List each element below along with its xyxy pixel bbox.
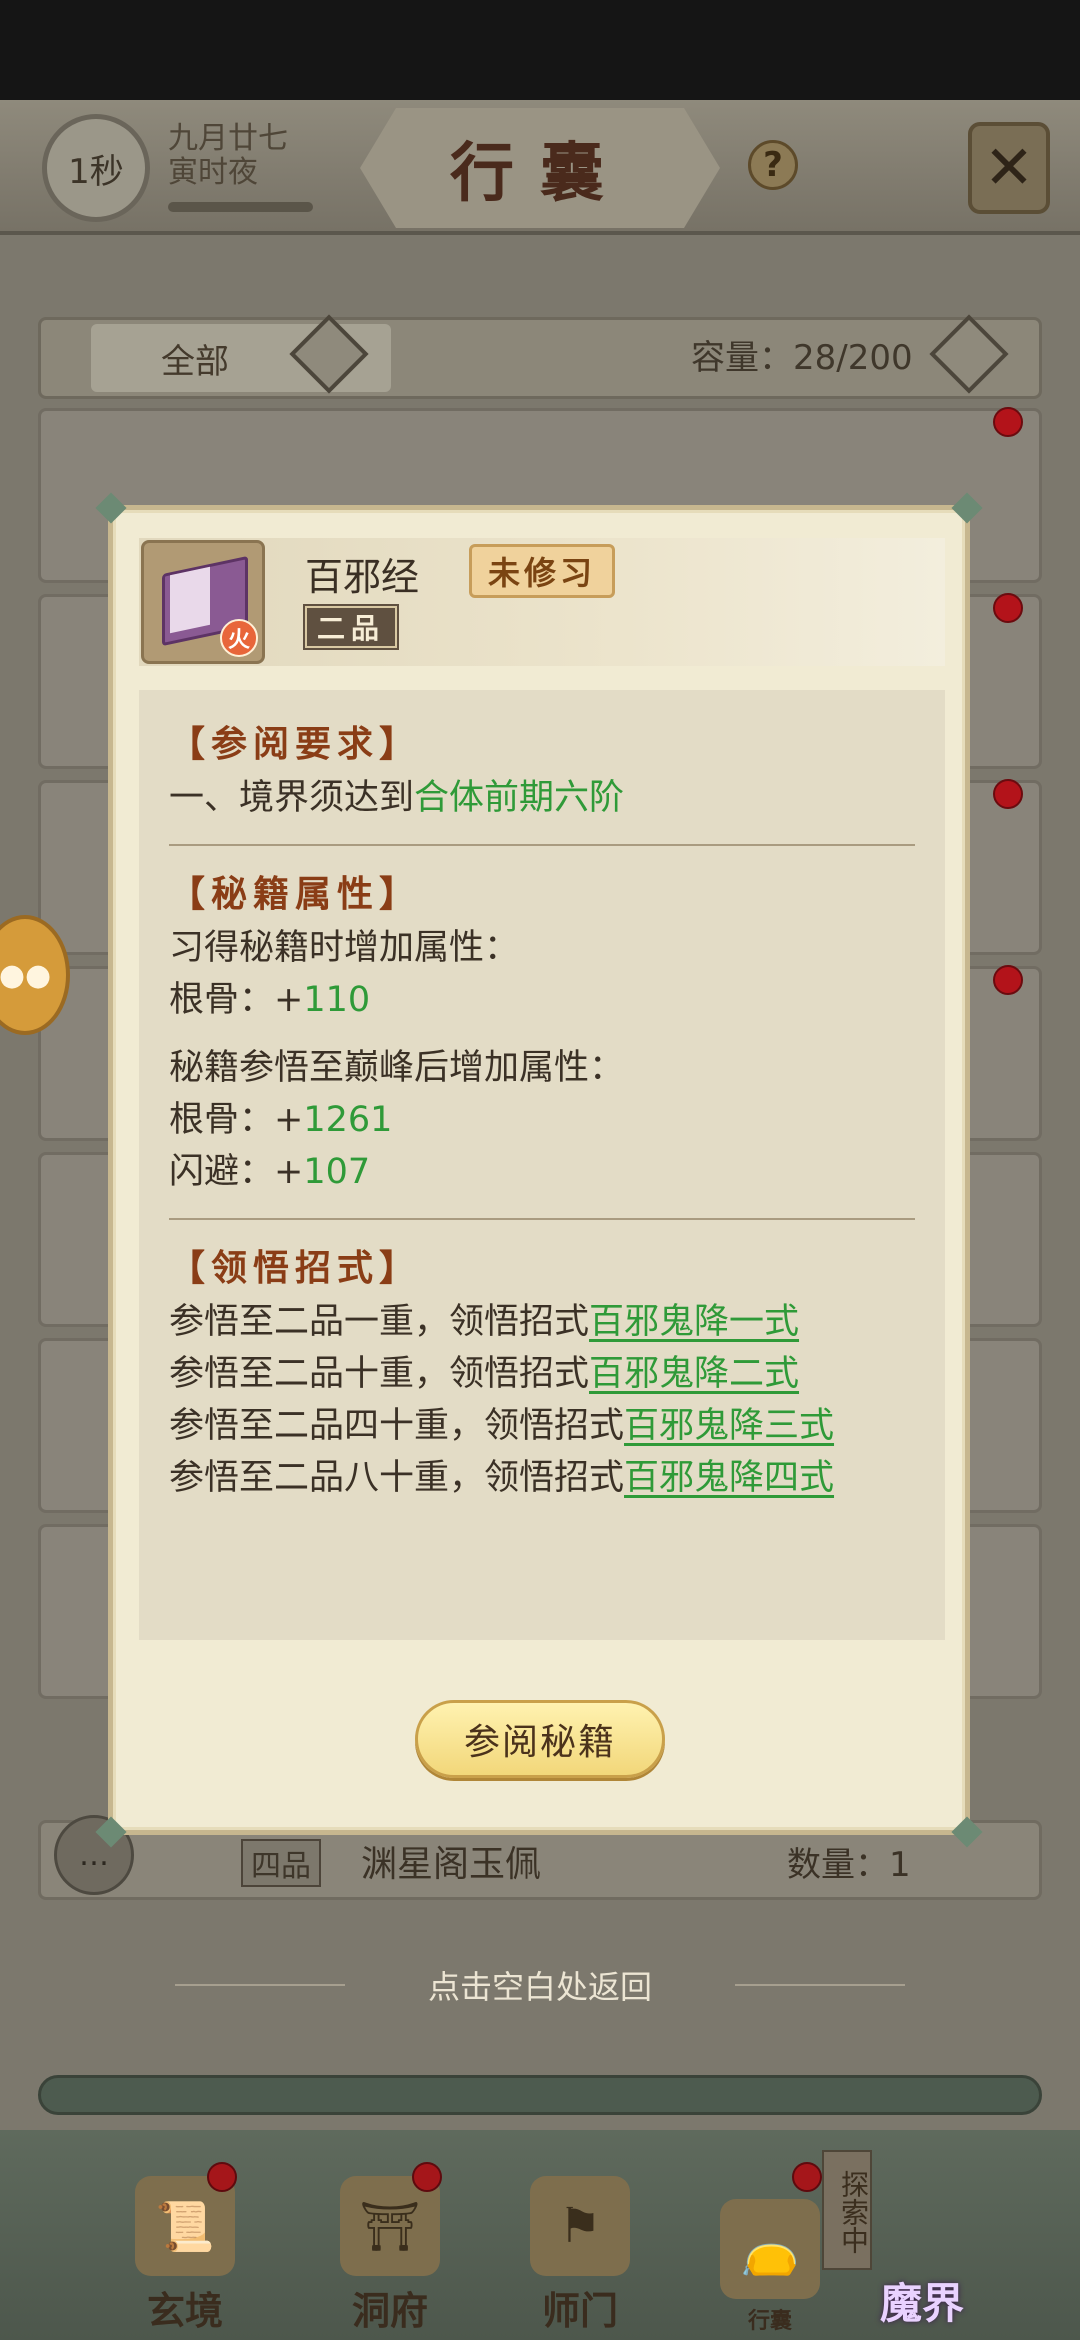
- stat-value: 107: [303, 1152, 371, 1192]
- nav-label: 玄境: [146, 2288, 223, 2333]
- date-line-1: 九月廿七: [168, 121, 288, 156]
- skill-condition: 参悟至二品十重，领悟招式: [169, 1354, 590, 1394]
- skill-line: 参悟至二品八十重，领悟招式百邪鬼降四式: [169, 1452, 889, 1504]
- stat-value: 110: [303, 980, 371, 1020]
- skill-line: 参悟至二品一重，领悟招式百邪鬼降一式: [169, 1296, 889, 1348]
- book-page: [170, 566, 210, 634]
- item-header: 火 百邪经 未修习 二品: [139, 538, 945, 666]
- timer-badge: 1秒: [42, 114, 150, 222]
- explore-status-tag[interactable]: 探索中: [822, 2150, 872, 2270]
- notification-dot-icon: [207, 2162, 237, 2192]
- requirement-line: 一、境界须达到合体前期六阶: [169, 772, 915, 824]
- skill-title: 【领悟招式】: [169, 1247, 422, 1289]
- help-icon[interactable]: ?: [748, 140, 798, 190]
- filter-bar: 全部 容量：28/200: [38, 314, 1042, 399]
- nav-label: 师门: [541, 2288, 618, 2333]
- stat-label: 闪避：+: [169, 1152, 304, 1192]
- notification-dot-icon: [993, 965, 1023, 995]
- section-divider: [169, 1218, 915, 1220]
- skill-link[interactable]: 百邪鬼降三式: [624, 1406, 834, 1446]
- grade-tag: 二品: [305, 606, 398, 648]
- requirement-prefix: 一、境界须达到: [169, 778, 415, 818]
- game-date: 九月廿七 寅时夜: [168, 122, 288, 190]
- page-title: 行囊: [360, 108, 720, 228]
- requirement-realm: 合体前期六阶: [414, 778, 625, 818]
- nav-item-xingnang[interactable]: 👝 行囊: [700, 2162, 840, 2335]
- peak-attr-label: 秘籍参悟至巅峰后增加属性：: [169, 1048, 625, 1088]
- skill-link[interactable]: 百邪鬼降四式: [624, 1458, 834, 1498]
- status-bar: [0, 0, 1080, 100]
- stat-value: 1261: [303, 1100, 393, 1140]
- notification-dot-icon: [792, 2162, 822, 2192]
- banner-icon: ⚑: [530, 2176, 630, 2276]
- skill-condition: 参悟至二品四十重，领悟招式: [169, 1406, 625, 1446]
- time-progress-bar: [168, 202, 313, 212]
- learn-stat-root: 根骨：+110: [169, 974, 915, 1026]
- requirement-title: 【参阅要求】: [169, 723, 422, 765]
- capacity-label: 容量：28/200: [691, 338, 913, 378]
- section-divider: [169, 844, 915, 846]
- item-detail-modal: 火 百邪经 未修习 二品 【参阅要求】 一、境界须达到合体前期六阶 【秘籍属性】…: [95, 492, 983, 1848]
- learn-attr-label: 习得秘籍时增加属性：: [169, 928, 520, 968]
- notification-dot-icon: [993, 407, 1023, 437]
- secret-book-icon: 火: [141, 540, 265, 664]
- expand-capacity-icon[interactable]: [929, 314, 1009, 394]
- bag-icon: 👝: [720, 2199, 820, 2299]
- item-quantity: 数量：1: [787, 1845, 911, 1885]
- peak-stat-dodge: 闪避：+107: [169, 1146, 915, 1198]
- bottom-panel: [38, 2075, 1042, 2115]
- nav-label: 洞府: [351, 2288, 428, 2333]
- peak-stat-root: 根骨：+1261: [169, 1094, 915, 1146]
- item-name: 渊星阁玉佩: [361, 1844, 542, 1885]
- skill-condition: 参悟至二品八十重，领悟招式: [169, 1458, 625, 1498]
- skill-line: 参悟至二品十重，领悟招式百邪鬼降二式: [169, 1348, 889, 1400]
- skill-line: 参悟至二品四十重，领悟招式百邪鬼降三式: [169, 1400, 889, 1452]
- fire-element-badge: 火: [220, 619, 258, 657]
- nav-label: 行囊: [747, 2308, 792, 2334]
- skill-link[interactable]: 百邪鬼降一式: [589, 1302, 799, 1342]
- skill-condition: 参悟至二品一重，领悟招式: [169, 1302, 590, 1342]
- demon-realm-label[interactable]: 魔界: [880, 2270, 964, 2331]
- notification-dot-icon: [993, 779, 1023, 809]
- status-tag: 未修习: [469, 544, 616, 598]
- grade-badge: 四品: [241, 1839, 321, 1887]
- date-line-2: 寅时夜: [168, 155, 258, 190]
- attribute-title: 【秘籍属性】: [169, 873, 422, 915]
- stat-label: 根骨：+: [169, 980, 304, 1020]
- item-name: 百邪经: [305, 555, 420, 599]
- nav-item-xuanjing[interactable]: 📜 玄境: [115, 2162, 255, 2335]
- nav-item-shimen[interactable]: ⚑ 师门: [510, 2170, 650, 2335]
- read-book-button[interactable]: 参阅秘籍: [415, 1700, 665, 1778]
- skill-link[interactable]: 百邪鬼降二式: [589, 1354, 799, 1394]
- item-detail-scroll[interactable]: 【参阅要求】 一、境界须达到合体前期六阶 【秘籍属性】 习得秘籍时增加属性： 根…: [139, 690, 945, 1640]
- top-bar: 1秒 九月廿七 寅时夜 行囊 ? ✕: [0, 100, 1080, 235]
- notification-dot-icon: [412, 2162, 442, 2192]
- notification-dot-icon: [993, 593, 1023, 623]
- stat-label: 根骨：+: [169, 1100, 304, 1140]
- close-button[interactable]: ✕: [968, 122, 1050, 214]
- tap-to-return-hint[interactable]: 点击空白处返回: [0, 1962, 1080, 2008]
- nav-item-dongfu[interactable]: ⛩ 洞府: [320, 2162, 460, 2335]
